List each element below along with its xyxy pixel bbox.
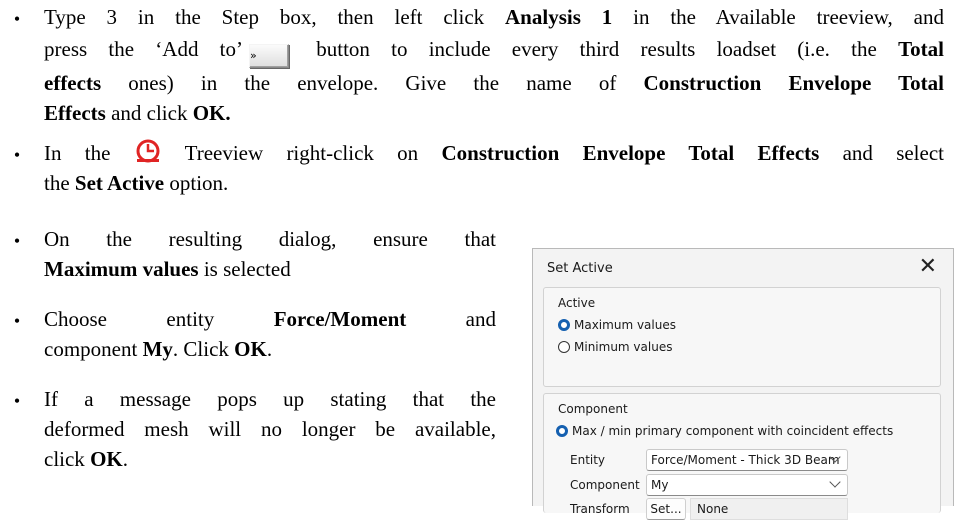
transform-label: Transform (570, 502, 630, 516)
add-to-button-image: » (249, 44, 289, 68)
radio-minimum-values[interactable]: Minimum values (558, 340, 672, 354)
paragraph-line: click OK. (44, 444, 496, 474)
text-span: Type 3 in the Step box, then left click (44, 5, 506, 29)
component-group: Component Max / min primary component wi… (543, 393, 941, 520)
text-span: click (44, 447, 91, 471)
chevron-down-icon (829, 476, 841, 488)
bold-term: Analysis 1 (505, 5, 613, 29)
text-span: is selected (198, 257, 291, 281)
bold-term: Force/Moment (273, 307, 407, 331)
bullet-marker: • (13, 9, 21, 29)
text-span: component (44, 337, 143, 361)
radio-label: Minimum values (574, 340, 673, 354)
radio-label: Maximum values (574, 318, 676, 332)
bold-term: My (142, 337, 173, 361)
component-label: Component (570, 478, 640, 492)
paragraph-line: Type 3 in the Step box, then left click … (44, 2, 944, 32)
bold-term: Effects (44, 101, 106, 125)
active-group-label: Active (558, 296, 596, 310)
text-span: and select (819, 141, 944, 165)
close-icon[interactable]: ✕ (919, 255, 937, 279)
document-page: • Type 3 in the Step box, then left clic… (0, 0, 954, 520)
transform-value: None (690, 498, 848, 520)
paragraph-line: If a message pops up stating that the (44, 387, 496, 411)
paragraph-line: In the Treeview right-click on Construct… (44, 138, 944, 168)
text-span: option. (164, 171, 229, 195)
text-span: . Click (172, 337, 235, 361)
paragraph-line: deformed mesh will no longer be availabl… (44, 417, 496, 441)
bold-term: Maximum values (44, 257, 199, 281)
paragraph-line: the Set Active option. (44, 168, 944, 198)
paragraph-line: On the resulting dialog, ensure that (44, 227, 496, 251)
bullet-marker: • (13, 391, 21, 411)
text-span: . (122, 447, 128, 471)
text-span: and click (105, 101, 193, 125)
radio-label: Max / min primary component with coincid… (572, 424, 894, 438)
clock-loadcase-icon (136, 139, 160, 163)
entity-dropdown[interactable]: Force/Moment - Thick 3D Beam (646, 449, 848, 471)
paragraph-line: Choose entity Force/Moment and (44, 304, 496, 334)
bold-term: Construction Envelope Total Effects (441, 141, 820, 165)
paragraph-max-values: On the resulting dialog, ensure that Max… (44, 224, 496, 284)
radio-unselected-indicator (558, 341, 570, 353)
text-span: the (44, 171, 75, 195)
text-span: press the ‘Add to’ (44, 37, 243, 61)
text-span: ones) in the envelope. Give the name of (101, 71, 644, 95)
bold-term: Set Active (74, 171, 165, 195)
bold-term: Total (898, 37, 944, 61)
bold-term: OK. (192, 101, 231, 125)
bullet-marker: • (13, 231, 21, 251)
active-group: Active Maximum values Minimum values (543, 287, 941, 387)
bold-term: Construction Envelope Total (643, 71, 944, 95)
text-span: In the (44, 141, 134, 165)
component-value: My (651, 478, 669, 492)
paragraph-line: Effects and click OK. (44, 98, 944, 128)
set-active-dialog: Set Active ✕ Active Maximum values Minim… (532, 248, 954, 520)
paragraph-line: effects ones) in the envelope. Give the … (44, 68, 944, 98)
bold-term: effects (44, 71, 102, 95)
entity-value: Force/Moment - Thick 3D Beam (651, 453, 840, 467)
radio-selected-indicator (558, 319, 570, 331)
double-chevron-right-icon: » (250, 49, 257, 62)
text-span: Choose entity (44, 307, 274, 331)
paragraph-line: component My. Click OK. (44, 334, 496, 364)
text-span: in the Available treeview, and (612, 5, 944, 29)
paragraph-message-ok: If a message pops up stating that the de… (44, 384, 496, 474)
text-span: Treeview right-click on (161, 141, 442, 165)
radio-maximum-values[interactable]: Maximum values (558, 318, 676, 332)
bold-term: OK (234, 337, 267, 361)
bold-term: OK (90, 447, 123, 471)
paragraph-line: Maximum values is selected (44, 254, 496, 284)
component-group-label: Component (558, 402, 628, 416)
bullet-marker: • (13, 311, 21, 331)
text-span: button to include every third results lo… (295, 37, 899, 61)
radio-selected-indicator (556, 425, 568, 437)
paragraph-line: press the ‘Add to’ » button to include ev… (44, 32, 944, 68)
bullet-marker: • (13, 145, 21, 165)
text-span: and (406, 307, 496, 331)
dialog-title: Set Active (547, 261, 613, 276)
radio-max-min-primary[interactable]: Max / min primary component with coincid… (556, 424, 893, 438)
paragraph-choose-entity: Choose entity Force/Moment and component… (44, 304, 496, 364)
paragraph-set-active: In the Treeview right-click on Construct… (44, 138, 944, 198)
component-dropdown[interactable]: My (646, 474, 848, 496)
entity-label: Entity (570, 453, 606, 467)
text-span: . (266, 337, 273, 361)
paragraph-step-add-to: Type 3 in the Step box, then left click … (44, 2, 944, 128)
transform-set-button[interactable]: Set... (646, 498, 686, 520)
